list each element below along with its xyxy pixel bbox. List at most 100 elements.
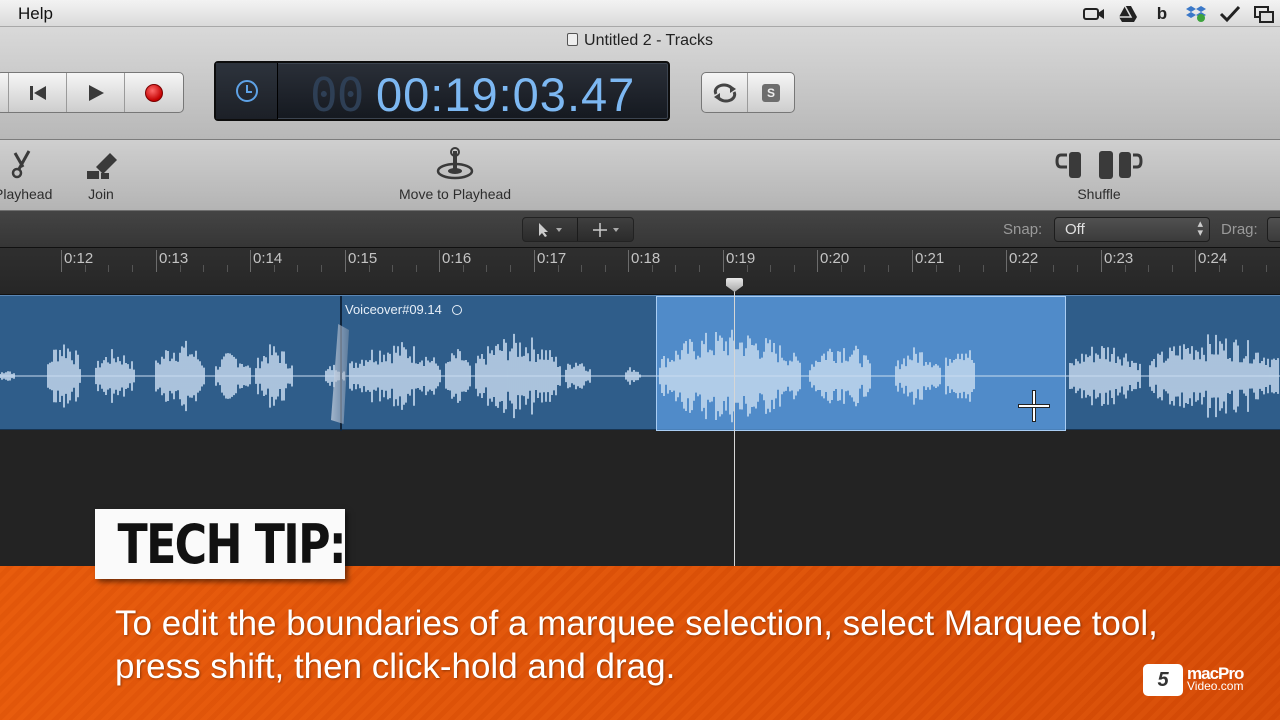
ruler-minor-tick <box>321 265 322 272</box>
ruler-minor-tick <box>274 265 275 272</box>
ruler-minor-tick <box>770 265 771 272</box>
ruler-minor-tick <box>108 265 109 272</box>
logo-mark-icon: 5 <box>1143 664 1183 696</box>
lcd-hours-dim: 00 <box>310 68 364 122</box>
ruler-minor-tick <box>794 265 795 272</box>
display-icon[interactable] <box>1252 4 1276 24</box>
status-icons: b <box>1082 3 1280 24</box>
skip-back-icon <box>29 85 46 100</box>
join-label: Join <box>88 186 114 202</box>
dropbox-icon[interactable] <box>1184 4 1208 24</box>
shuffle-button[interactable]: Shuffle <box>1053 144 1145 202</box>
ruler-minor-tick <box>392 265 393 272</box>
lcd-display[interactable]: 00 00:19:03.47 <box>214 61 670 122</box>
ruler-minor-tick <box>486 265 487 272</box>
ruler-tick-label: 0:15 <box>348 250 378 267</box>
ruler-minor-tick <box>463 265 464 272</box>
join-button[interactable]: Join <box>84 144 118 202</box>
ruler-minor-tick <box>416 265 417 272</box>
ruler-minor-tick <box>1077 265 1078 272</box>
ruler-minor-tick <box>675 265 676 272</box>
ruler-tick-label: 0:19 <box>726 250 756 267</box>
macprovideo-logo: 5 macPro Video.com <box>1143 664 1244 696</box>
region-name: Voiceover#09.14 <box>345 302 462 317</box>
scissors-icon <box>11 144 35 184</box>
ruler-minor-tick <box>203 265 204 272</box>
shuffle-label: Shuffle <box>1077 186 1121 202</box>
move-to-playhead-label: Move to Playhead <box>399 186 512 202</box>
video-icon[interactable] <box>1082 4 1106 24</box>
ruler-minor-tick <box>369 265 370 272</box>
snap-value: Off <box>1065 221 1085 238</box>
ruler-tick-label: 0:12 <box>64 250 94 267</box>
ruler-minor-tick <box>227 265 228 272</box>
ruler-minor-tick <box>297 265 298 272</box>
ruler-tick-label: 0:18 <box>631 250 661 267</box>
ruler-minor-tick <box>959 265 960 272</box>
ruler-minor-tick <box>85 265 86 272</box>
go-to-beginning-button[interactable] <box>9 73 67 112</box>
lcd-mode-button[interactable] <box>216 63 278 119</box>
menu-help[interactable]: Help <box>18 4 53 24</box>
move-to-playhead-button[interactable]: Move to Playhead <box>399 144 511 202</box>
window-title-text: Untitled 2 - Tracks <box>584 32 713 49</box>
loop-icon <box>451 305 462 315</box>
ruler-minor-tick <box>699 265 700 272</box>
crosshair-icon <box>592 222 619 237</box>
ruler-minor-tick <box>1219 265 1220 272</box>
menu-bar: Help b <box>0 0 1280 27</box>
drag-dropdown[interactable] <box>1267 217 1280 242</box>
app-window: Help b Untitled 2 - Tracks 00 00:19:03.4… <box>0 0 1280 720</box>
record-button[interactable] <box>125 73 183 112</box>
solo-button[interactable]: S <box>748 73 794 112</box>
checkmark-icon[interactable] <box>1218 4 1242 24</box>
rewind-partial-button[interactable] <box>0 73 9 112</box>
ruler-minor-tick <box>558 265 559 272</box>
ruler-minor-tick <box>652 265 653 272</box>
play-button[interactable] <box>67 73 125 112</box>
ruler-minor-tick <box>1030 265 1031 272</box>
audio-region[interactable]: Voiceover#09.14 <box>0 295 1280 431</box>
ruler-minor-tick <box>936 265 937 272</box>
play-icon <box>88 84 104 101</box>
ruler-tick-label: 0:13 <box>159 250 189 267</box>
record-icon <box>145 83 163 102</box>
ruler-minor-tick <box>1125 265 1126 272</box>
edit-toolbar: Playhead Join Move to Playhead Shuffle <box>0 140 1280 211</box>
ruler-minor-tick <box>864 265 865 272</box>
marquee-tool-menu[interactable] <box>578 218 633 241</box>
snap-dropdown[interactable]: Off ▴ ▾ <box>1054 217 1210 242</box>
b-icon[interactable]: b <box>1150 4 1174 24</box>
waveform <box>0 329 1280 423</box>
logo-line2: Video.com <box>1187 679 1244 693</box>
ruler-tick-label: 0:20 <box>820 250 850 267</box>
ruler-minor-tick <box>1172 265 1173 272</box>
region-name-text: Voiceover#09.14 <box>345 302 442 317</box>
ruler-minor-tick <box>510 265 511 272</box>
ruler-minor-tick <box>888 265 889 272</box>
ruler-minor-tick <box>581 265 582 272</box>
ruler-minor-tick <box>132 265 133 272</box>
ruler-minor-tick <box>841 265 842 272</box>
playhead-line[interactable] <box>734 285 735 567</box>
ruler-tick-label: 0:17 <box>537 250 567 267</box>
split-at-playhead-button[interactable]: Playhead <box>0 144 52 202</box>
ruler-minor-tick <box>983 265 984 272</box>
drive-icon[interactable] <box>1116 4 1140 24</box>
window-titlebar: Untitled 2 - Tracks 00 00:19:03.47 S <box>0 27 1280 140</box>
solo-icon: S <box>762 83 780 102</box>
ruler-tick-label: 0:14 <box>253 250 283 267</box>
cycle-button[interactable] <box>702 73 748 112</box>
pointer-tool-menu[interactable] <box>523 218 578 241</box>
ruler-tick-label: 0:23 <box>1104 250 1134 267</box>
timeline-ruler[interactable]: 0:12 0:13 0:14 0:15 0:16 0:17 0:18 0:19 0:20 0:21… <box>0 248 1280 295</box>
glue-icon <box>84 144 118 184</box>
clock-icon <box>235 80 258 102</box>
cycle-icon <box>713 83 736 102</box>
tip-title-box: TECH TIP: <box>95 509 347 579</box>
updown-arrows-icon: ▴ ▾ <box>1197 218 1203 239</box>
ruler-minor-tick <box>180 265 181 272</box>
tip-text: To edit the boundaries of a marquee sele… <box>115 604 1158 686</box>
logo-text: macPro Video.com <box>1187 665 1244 693</box>
pointer-icon <box>539 222 562 237</box>
